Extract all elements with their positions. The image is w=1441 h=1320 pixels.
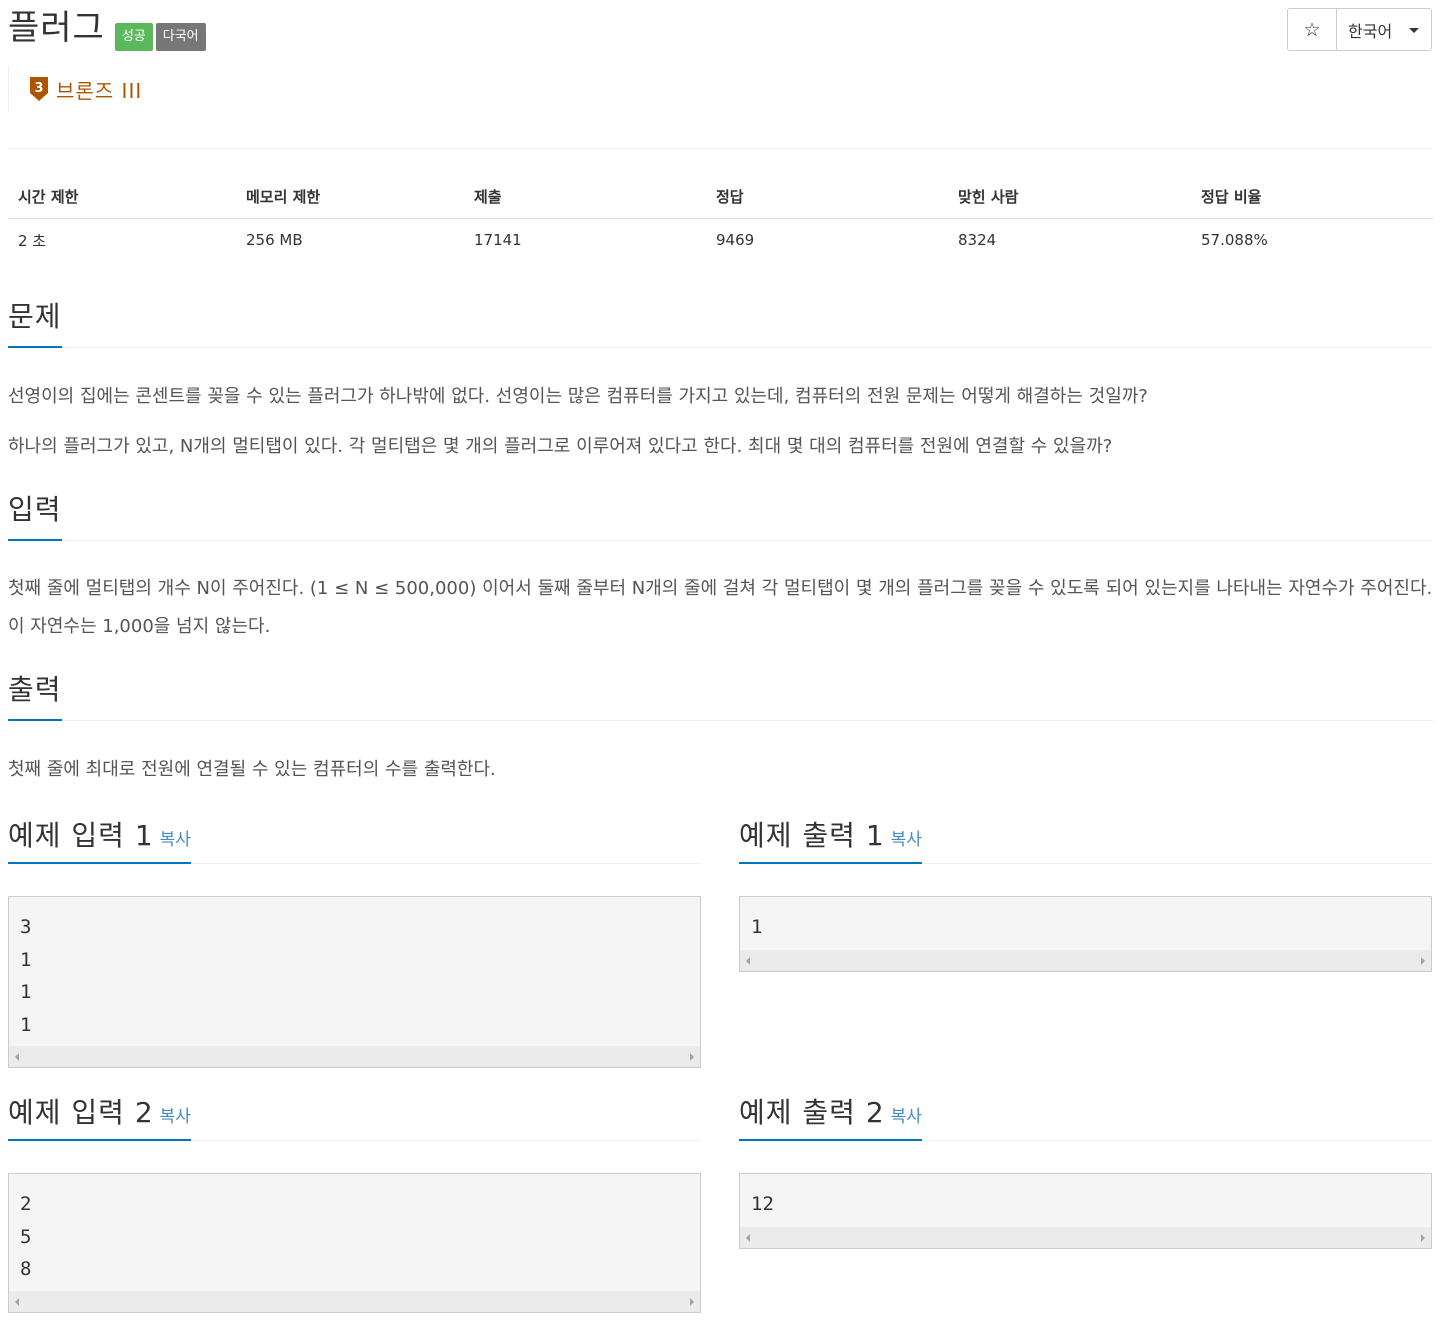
sample-output-2-title: 예제 출력 2 복사 <box>739 1096 922 1141</box>
header-submissions: 제출 <box>464 175 706 219</box>
scroll-right-icon[interactable] <box>690 1297 694 1306</box>
sample-input-2-title-text: 예제 입력 2 <box>8 1096 154 1129</box>
sample-output-1-headline: 예제 출력 1 복사 <box>739 819 1432 864</box>
header-accept-ratio: 정답 비율 <box>1191 175 1433 219</box>
sample-line: 3 <box>20 916 32 938</box>
horizontal-scrollbar[interactable] <box>9 1046 700 1067</box>
header-actions: ☆ 한국어 <box>1287 8 1432 51</box>
header-solved-users: 맞힌 사람 <box>948 175 1191 219</box>
scroll-left-icon[interactable] <box>15 1297 19 1306</box>
memory-limit-value: 256 MB <box>246 231 303 250</box>
copy-link[interactable]: 복사 <box>160 830 191 850</box>
language-label: 한국어 <box>1348 21 1393 41</box>
sample-output-1-box[interactable]: 1 <box>739 896 1432 972</box>
problem-section: 문제 선영이의 집에는 콘센트를 꽂을 수 있는 플러그가 하나밖에 없다. 선… <box>8 300 1433 467</box>
accept-ratio-value: 57.088% <box>1201 231 1268 250</box>
time-limit-value: 2 초 <box>18 231 47 250</box>
input-section: 입력 첫째 줄에 멀티탭의 개수 N이 주어진다. (1 ≤ N ≤ 500,0… <box>8 493 1433 646</box>
horizontal-scrollbar[interactable] <box>740 1227 1431 1248</box>
copy-link[interactable]: 복사 <box>891 830 922 850</box>
sample-output-1: 예제 출력 1 복사 1 <box>739 819 1432 972</box>
sample-line: 1 <box>751 916 763 938</box>
sample-input-1-headline: 예제 입력 1 복사 <box>8 819 701 864</box>
horizontal-scrollbar[interactable] <box>9 1291 700 1312</box>
output-section: 출력 첫째 줄에 최대로 전원에 연결될 수 있는 컴퓨터의 수를 출력한다. <box>8 673 1433 790</box>
horizontal-scrollbar[interactable] <box>740 950 1431 971</box>
sample-output-2-headline: 예제 출력 2 복사 <box>739 1096 1432 1141</box>
problem-paragraph-2: 하나의 플러그가 있고, N개의 멀티탭이 있다. 각 멀티탭은 몇 개의 플러… <box>8 436 1113 457</box>
sample-line: 1 <box>20 1013 32 1036</box>
scroll-right-icon[interactable] <box>1421 1233 1425 1242</box>
copy-link[interactable]: 복사 <box>160 1107 191 1127</box>
status-badge-success[interactable]: 성공 <box>114 23 153 51</box>
sample-output-1-title: 예제 출력 1 복사 <box>739 819 922 864</box>
star-button[interactable]: ☆ <box>1288 9 1337 50</box>
table-header-row: 시간 제한 메모리 제한 제출 정답 맞힌 사람 정답 비율 <box>8 175 1433 219</box>
problem-info-table: 시간 제한 메모리 제한 제출 정답 맞힌 사람 정답 비율 2 초 256 M… <box>8 175 1433 262</box>
tier-number: 3 <box>34 81 43 96</box>
input-headline: 입력 <box>8 493 1433 541</box>
sample-output-2-box[interactable]: 12 <box>739 1173 1432 1249</box>
sample-input-2-title: 예제 입력 2 복사 <box>8 1096 191 1141</box>
header-memory-limit: 메모리 제한 <box>236 175 464 219</box>
page-title: 플러그 <box>8 8 105 48</box>
tier-shield-icon: 3 <box>30 77 48 101</box>
sample-input-1-box[interactable]: 3 1 1 1 <box>8 896 701 1068</box>
problem-heading: 문제 <box>8 300 62 348</box>
header-time-limit: 시간 제한 <box>8 175 236 219</box>
sample-line: 12 <box>751 1193 774 1215</box>
sample-input-1-title-text: 예제 입력 1 <box>8 819 154 852</box>
sample-output-1-title-text: 예제 출력 1 <box>739 819 885 852</box>
table-row: 2 초 256 MB 17141 9469 8324 57.088% <box>8 218 1433 262</box>
copy-link[interactable]: 복사 <box>891 1107 922 1127</box>
sample-line: 5 <box>20 1225 32 1248</box>
output-headline: 출력 <box>8 673 1433 721</box>
star-icon: ☆ <box>1303 18 1321 41</box>
accepted-value: 9469 <box>716 231 755 250</box>
divider <box>8 148 1433 149</box>
scroll-left-icon[interactable] <box>15 1052 19 1061</box>
sample-input-2: 예제 입력 2 복사 2 5 8 <box>8 1096 701 1314</box>
sample-output-2: 예제 출력 2 복사 12 <box>739 1096 1432 1249</box>
problem-headline: 문제 <box>8 300 1433 348</box>
sample-line: 1 <box>20 948 32 971</box>
sample-line: 2 <box>20 1193 32 1215</box>
tier-name: 브론즈 III <box>56 78 143 103</box>
sample-line: 8 <box>20 1258 32 1280</box>
output-heading: 출력 <box>8 673 62 721</box>
problem-paragraph-1: 선영이의 집에는 콘센트를 꽂을 수 있는 플러그가 하나밖에 없다. 선영이는… <box>8 386 1148 407</box>
header-accepted: 정답 <box>706 175 948 219</box>
output-description: 첫째 줄에 최대로 전원에 연결될 수 있는 컴퓨터의 수를 출력한다. <box>8 759 496 780</box>
submissions-value: 17141 <box>474 231 522 250</box>
sample-input-1-title: 예제 입력 1 복사 <box>8 819 191 864</box>
solved-users-value: 8324 <box>958 231 997 250</box>
input-heading: 입력 <box>8 493 62 541</box>
input-description: 첫째 줄에 멀티탭의 개수 N이 주어진다. (1 ≤ N ≤ 500,000)… <box>8 578 1433 637</box>
status-badge-multilang[interactable]: 다국어 <box>155 23 206 51</box>
sample-line: 1 <box>20 981 32 1003</box>
tier-badge[interactable]: 3 브론즈 III <box>8 66 408 112</box>
scroll-left-icon[interactable] <box>746 956 750 965</box>
scroll-right-icon[interactable] <box>1421 956 1425 965</box>
scroll-right-icon[interactable] <box>690 1052 694 1061</box>
sample-input-1: 예제 입력 1 복사 3 1 1 1 <box>8 819 701 1069</box>
chevron-down-icon <box>1409 28 1419 33</box>
sample-input-2-box[interactable]: 2 5 8 <box>8 1173 701 1313</box>
scroll-left-icon[interactable] <box>746 1233 750 1242</box>
sample-output-2-title-text: 예제 출력 2 <box>739 1096 885 1129</box>
sample-input-2-headline: 예제 입력 2 복사 <box>8 1096 701 1141</box>
language-dropdown[interactable]: 한국어 <box>1337 9 1431 50</box>
title-row: 플러그 성공 다국어 <box>8 6 206 51</box>
